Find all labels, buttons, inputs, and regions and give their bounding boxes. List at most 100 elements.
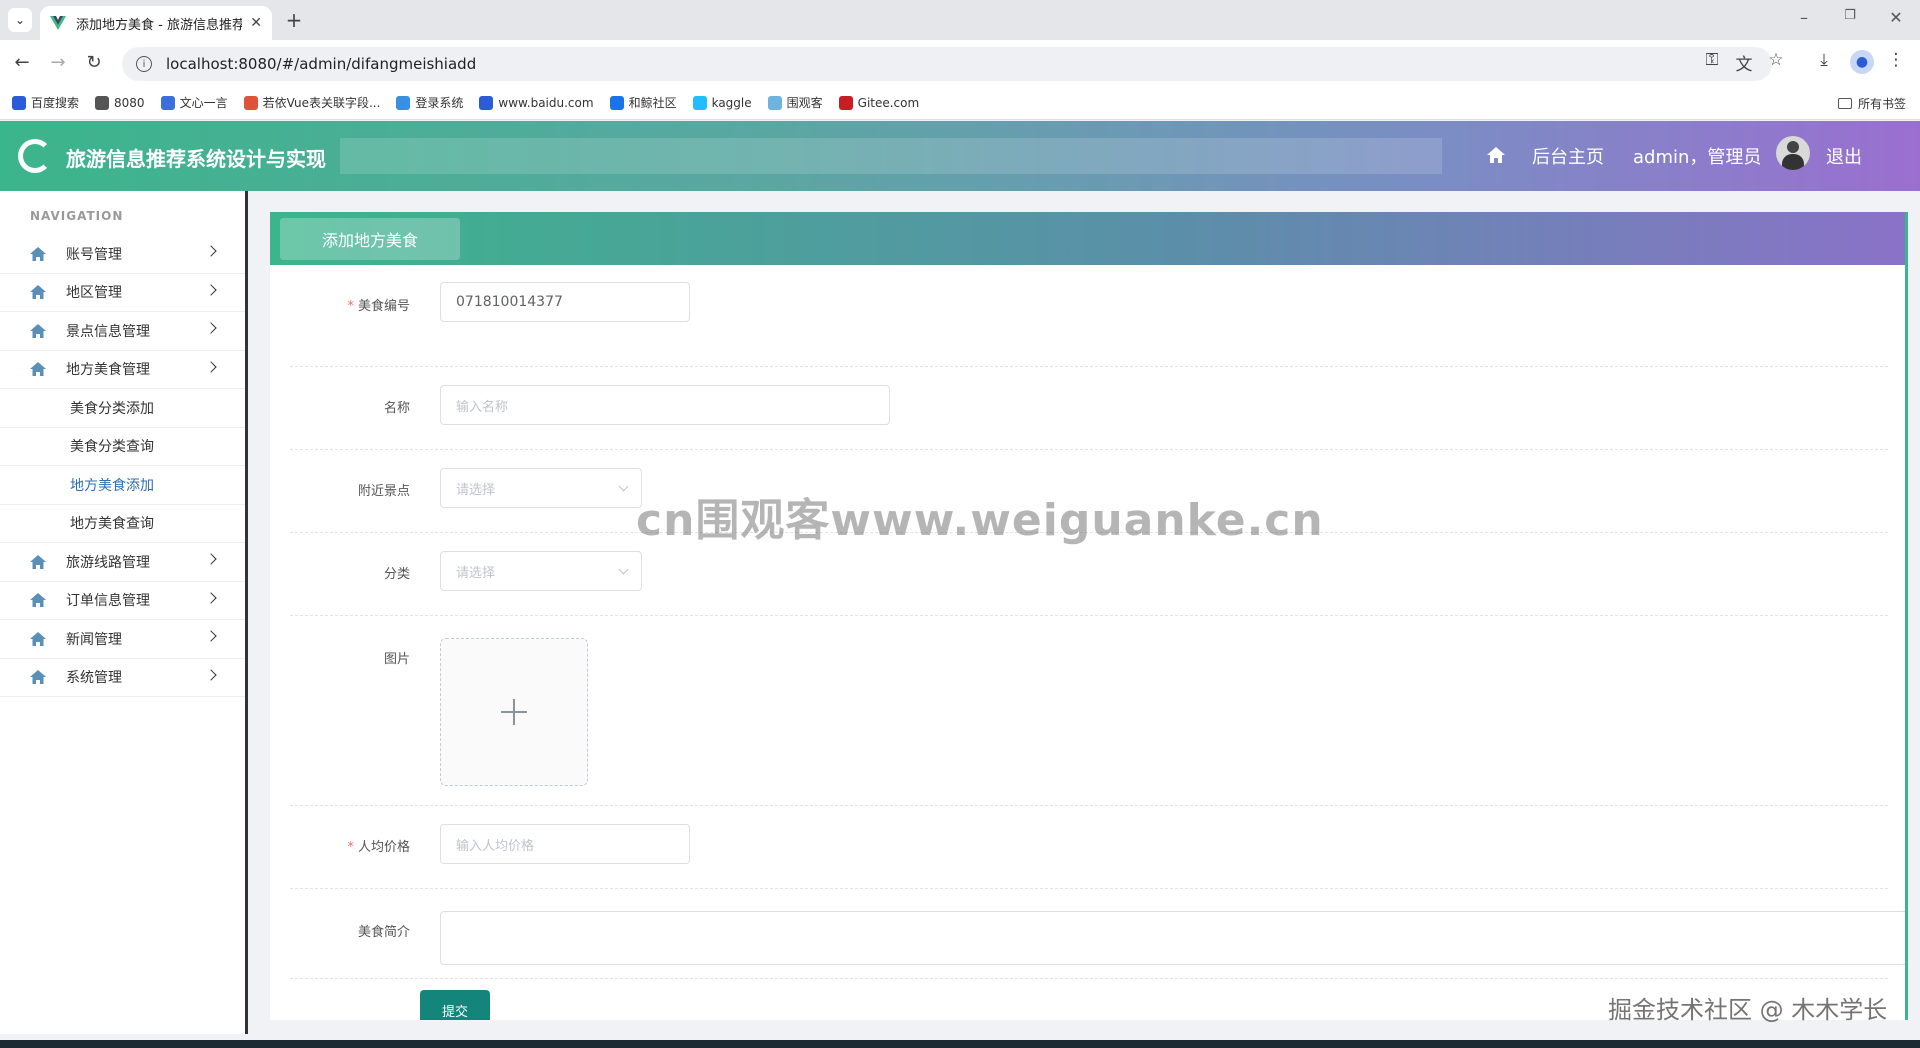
translate-icon[interactable]: 文 [1732,50,1756,75]
new-tab-icon[interactable]: + [282,8,306,32]
all-bookmarks[interactable]: 所有书签 [1837,95,1906,112]
bookmark-item[interactable]: 和鲸社区 [609,94,677,111]
bookmark-label: Gitee.com [857,95,920,110]
app-logo-icon [18,139,52,173]
bookmark-star-icon[interactable]: ☆ [1764,50,1788,70]
bookmark-label: 文心一言 [179,96,228,110]
bookmark-favicon-icon [479,95,494,110]
sidebar-item[interactable]: 账号管理 [0,235,245,274]
sidebar-item-label: 地方美食管理 [66,362,150,379]
page-tab[interactable]: 添加地方美食 [280,218,460,260]
download-icon[interactable]: ⤓ [1812,50,1836,70]
intro-textarea[interactable] [440,911,1905,965]
password-key-icon[interactable]: ⚿ [1700,50,1724,70]
sidebar-subitem[interactable]: 美食分类添加 [0,389,245,428]
address-bar: ← → ↻ i localhost:8080/#/admin/difangmei… [0,40,1920,86]
sidebar: NAVIGATION 账号管理 地区管理 景点信息管理 地方美食管理 美食分类添加 美食分… [0,191,248,1034]
sidebar-item-label: 账号管理 [66,246,122,263]
site-info-icon[interactable]: i [136,56,152,72]
sidebar-subitem[interactable]: 地方美食查询 [0,505,245,543]
folder-icon [1837,98,1852,109]
sidebar-subitem[interactable]: 地方美食添加 [0,466,245,505]
chevron-right-icon [205,245,217,257]
bookmark-label: 围观客 [786,96,823,110]
image-label: 图片 [383,652,410,667]
price-input[interactable]: 输入人均价格 [440,824,690,864]
sidebar-item[interactable]: 订单信息管理 [0,582,245,620]
bookmark-item[interactable]: 百度搜索 [12,94,79,111]
name-input[interactable]: 输入名称 [440,385,890,425]
bookmark-item[interactable]: 若依Vue表关联字段... [243,94,380,111]
chevron-right-icon [205,553,217,565]
home-icon [30,554,46,569]
image-uploader[interactable] [440,638,588,786]
bookmark-item[interactable]: 8080 [95,95,145,110]
sidebar-item-label: 美食分类添加 [70,400,154,417]
home-icon[interactable] [1486,145,1506,165]
form-row-code: * 美食编号 071810014377 [290,282,1888,367]
sidebar-subitem[interactable]: 美食分类查询 [0,428,245,466]
bookmark-favicon-icon [12,95,26,110]
browser-menu-icon[interactable]: ⋮ [1884,50,1908,70]
home-icon [30,631,46,646]
chevron-right-icon [205,668,217,681]
sidebar-item[interactable]: 系统管理 [0,659,245,697]
price-label: * 人均价格 [347,840,410,855]
url-input[interactable]: i localhost:8080/#/admin/difangmeishiadd [122,47,1772,81]
bookmark-item[interactable]: www.baidu.com [479,95,594,110]
tab-search-button[interactable]: ⌄ [8,8,32,32]
avatar[interactable] [1776,136,1810,170]
bookmark-item[interactable]: 登录系统 [396,94,463,111]
home-icon [30,670,46,685]
sidebar-item[interactable]: 地方美食管理 [0,351,245,389]
submit-button[interactable]: 提交 [420,990,490,1020]
home-icon [30,593,46,608]
bookmark-item[interactable]: 文心一言 [160,94,228,111]
back-icon[interactable]: ← [10,52,34,73]
watermark-corner: 掘金技术社区 @ 木木学长 [1608,996,1888,1024]
bookmark-label: kaggle [711,95,752,110]
reload-icon[interactable]: ↻ [82,52,106,73]
chevron-right-icon [205,591,217,604]
home-icon [30,362,46,377]
bookmark-item[interactable]: Gitee.com [838,95,920,110]
code-input[interactable]: 071810014377 [440,282,690,322]
bookmark-favicon-icon [609,95,624,110]
name-label: 名称 [383,401,410,416]
form-row-name: 名称 输入名称 [290,367,1888,450]
sidebar-item[interactable]: 景点信息管理 [0,312,245,351]
spot-select[interactable]: 请选择 [440,468,642,508]
bookmark-favicon-icon [838,95,853,110]
bookmark-label: 8080 [114,95,145,110]
watermark-center: cn围观客www.weiguanke.cn [636,495,1324,546]
category-select[interactable]: 请选择 [440,551,642,591]
sidebar-item-label: 美食分类查询 [70,439,154,456]
sidebar-item[interactable]: 地区管理 [0,274,245,312]
bookmarks-bar: 百度搜索 8080 文心一言 若依Vue表关联字段... 登录系统 www.baidu.c… [0,86,1920,120]
tab-close-icon[interactable]: ✕ [250,15,262,31]
chevron-down-icon [618,564,629,575]
spot-select-value: 请选择 [456,482,496,498]
home-link[interactable]: 后台主页 [1532,143,1604,169]
app-title: 旅游信息推荐系统设计与实现 [66,147,326,171]
close-window-icon[interactable]: ✕ [1886,8,1906,27]
intro-label: 美食简介 [357,925,410,940]
bookmark-item[interactable]: 围观客 [767,94,823,111]
profile-icon[interactable]: ● [1850,50,1874,74]
bookmark-favicon-icon [160,95,175,110]
bookmark-favicon-icon [95,95,110,110]
bookmark-item[interactable]: kaggle [692,95,752,110]
minimize-icon[interactable]: – [1794,8,1814,27]
code-label: * 美食编号 [347,299,410,314]
browser-tab[interactable]: 添加地方美食 - 旅游信息推荐系 ✕ [40,6,272,40]
sidebar-item[interactable]: 旅游线路管理 [0,543,245,582]
sidebar-menu: 账号管理地区管理 景点信息管理地方美食管理美食分类添加 美食分类查询地方美食添加 地方… [0,235,245,697]
logout-link[interactable]: 退出 [1826,143,1862,169]
chevron-right-icon [205,322,217,334]
chevron-right-icon [205,630,217,642]
sidebar-item[interactable]: 新闻管理 [0,620,245,659]
bookmark-favicon-icon [243,95,258,110]
restore-icon[interactable]: ❐ [1840,8,1860,23]
chevron-right-icon [205,283,217,296]
forward-icon[interactable]: → [46,52,70,73]
